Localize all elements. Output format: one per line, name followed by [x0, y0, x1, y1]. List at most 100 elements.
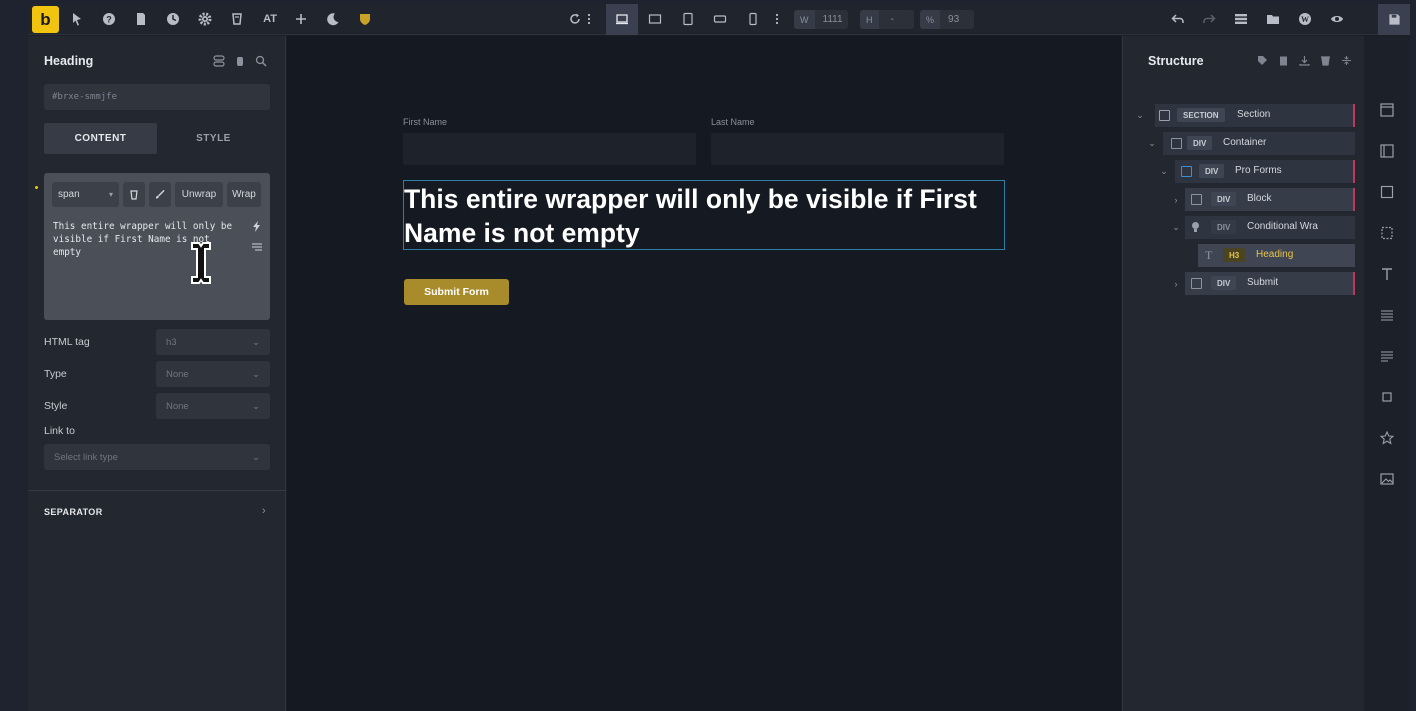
panel-icons — [212, 54, 267, 67]
hand-icon[interactable] — [233, 54, 246, 67]
moon-icon[interactable] — [324, 10, 342, 28]
text-editor[interactable]: span ▾ Unwrap Wrap This entire wrapper w… — [44, 173, 270, 320]
chevron-right-icon[interactable]: › — [262, 505, 266, 517]
unwrap-button[interactable]: Unwrap — [175, 182, 223, 207]
text-basic-icon[interactable] — [1379, 307, 1395, 323]
laptop-breakpoint-icon[interactable] — [646, 10, 664, 28]
wrap-button[interactable]: Wrap — [227, 182, 261, 207]
history-icon[interactable] — [164, 10, 182, 28]
chevron-down-icon[interactable]: ⌄ — [1147, 138, 1157, 149]
first-name-input[interactable] — [403, 133, 696, 165]
form-icon — [1181, 166, 1192, 177]
toggle-icon[interactable] — [212, 54, 225, 67]
logo[interactable]: b — [32, 6, 59, 33]
type-select[interactable]: None ⌄ — [156, 361, 270, 387]
tree-node-name: Submit — [1247, 277, 1279, 288]
pointer-icon[interactable] — [68, 10, 86, 28]
container-icon[interactable] — [1379, 143, 1395, 159]
tag-icon[interactable] — [1256, 54, 1268, 66]
width-field[interactable]: W 1111 — [794, 10, 848, 29]
block-icon — [1191, 278, 1202, 289]
tree-node-heading[interactable]: T H3 Heading — [1123, 244, 1355, 267]
chevron-down-icon[interactable]: ⌄ — [1159, 166, 1169, 177]
tree-node-section[interactable]: ⌄ SECTION Section — [1123, 104, 1355, 127]
brush-button[interactable] — [149, 182, 171, 207]
html-tag-select[interactable]: h3 ⌄ — [156, 329, 270, 355]
help-icon[interactable]: ? — [100, 10, 118, 28]
zoom-value[interactable]: 93 — [940, 14, 967, 25]
tab-style[interactable]: STYLE — [157, 123, 270, 154]
tree-node-container[interactable]: ⌄ DIV Container — [1123, 132, 1355, 155]
folder-icon[interactable] — [1264, 10, 1282, 28]
heading-icon[interactable] — [1379, 266, 1395, 282]
width-value[interactable]: 1111 — [815, 14, 851, 25]
tablet-breakpoint-icon[interactable] — [679, 10, 697, 28]
mobile-landscape-icon[interactable] — [711, 10, 729, 28]
desktop-breakpoint-button[interactable] — [606, 4, 638, 35]
chevron-down-icon[interactable]: ⌄ — [1135, 110, 1145, 121]
divider — [28, 490, 286, 491]
section-icon[interactable] — [1379, 102, 1395, 118]
link-type-select[interactable]: Select link type ⌄ — [44, 444, 270, 470]
tag-select[interactable]: span ▾ — [52, 182, 119, 207]
block-icon — [1191, 194, 1202, 205]
tree-node-name: Container — [1223, 137, 1267, 148]
star-icon[interactable] — [1379, 430, 1395, 446]
download-icon[interactable] — [1298, 54, 1310, 66]
rich-text-icon[interactable] — [1379, 348, 1395, 364]
submit-form-button[interactable]: Submit Form — [404, 279, 509, 305]
image-icon[interactable] — [1379, 471, 1395, 487]
shield-icon[interactable] — [356, 10, 374, 28]
dynamic-data-icon[interactable] — [252, 221, 261, 235]
save-icon — [1388, 14, 1400, 25]
element-id-field[interactable]: #brxe-smmjfe — [44, 84, 270, 110]
tree-node-conditional-wrapper[interactable]: ⌄ DIV Conditional Wra — [1123, 216, 1355, 239]
mobile-portrait-icon[interactable] — [744, 10, 762, 28]
style-select[interactable]: None ⌄ — [156, 393, 270, 419]
wordpress-icon[interactable]: W — [1296, 10, 1314, 28]
tab-content[interactable]: CONTENT — [44, 123, 157, 154]
html-tag-row: HTML tag h3 ⌄ — [44, 329, 270, 355]
chevron-down-icon: ⌄ — [252, 451, 260, 463]
selected-heading[interactable]: This entire wrapper will only be visible… — [403, 180, 1005, 250]
height-field[interactable]: H - — [860, 10, 914, 29]
node-marker — [1353, 104, 1355, 127]
tree-node-pro-forms[interactable]: ⌄ DIV Pro Forms — [1123, 160, 1355, 183]
search-icon[interactable] — [254, 54, 267, 67]
collapse-icon[interactable] — [1340, 54, 1352, 66]
button-icon[interactable] — [1379, 389, 1395, 405]
at-label[interactable]: AT — [260, 10, 280, 28]
zoom-field[interactable]: % 93 — [920, 10, 974, 29]
editor-text-line: empty — [53, 247, 81, 258]
block-icon[interactable] — [1379, 184, 1395, 200]
tree-node-submit[interactable]: › DIV Submit — [1123, 272, 1355, 295]
clipboard-icon[interactable] — [1277, 54, 1289, 66]
tree-node-name: Section — [1237, 109, 1271, 120]
chevron-down-icon[interactable]: ⌄ — [1171, 222, 1181, 233]
text-align-icon[interactable] — [252, 243, 262, 254]
tree-node-tag: DIV — [1187, 136, 1213, 150]
page-icon[interactable] — [132, 10, 150, 28]
settings-icon[interactable] — [196, 10, 214, 28]
height-value[interactable]: - — [879, 14, 902, 25]
preview-eye-icon[interactable] — [1328, 10, 1346, 28]
chevron-right-icon[interactable]: › — [1171, 195, 1181, 205]
undo-icon[interactable] — [1169, 10, 1187, 28]
add-icon[interactable] — [292, 10, 310, 28]
refresh-icon[interactable] — [566, 10, 584, 28]
more-icon[interactable] — [584, 10, 594, 28]
trash-icon[interactable] — [1319, 54, 1331, 66]
redo-icon[interactable] — [1200, 10, 1218, 28]
text-cursor-icon — [191, 242, 211, 284]
separator-section-toggle[interactable]: SEPARATOR — [44, 507, 103, 517]
div-icon[interactable] — [1379, 225, 1395, 241]
last-name-input[interactable] — [711, 133, 1004, 165]
tree-node-block[interactable]: › DIV Block — [1123, 188, 1355, 211]
more-icon[interactable] — [772, 10, 782, 28]
save-button[interactable] — [1378, 4, 1410, 35]
clear-format-button[interactable] — [123, 182, 145, 207]
editor-text[interactable]: This entire wrapper will only be visible… — [53, 220, 247, 259]
template-icon[interactable] — [228, 10, 246, 28]
chevron-right-icon[interactable]: › — [1171, 279, 1181, 289]
list-icon[interactable] — [1232, 10, 1250, 28]
